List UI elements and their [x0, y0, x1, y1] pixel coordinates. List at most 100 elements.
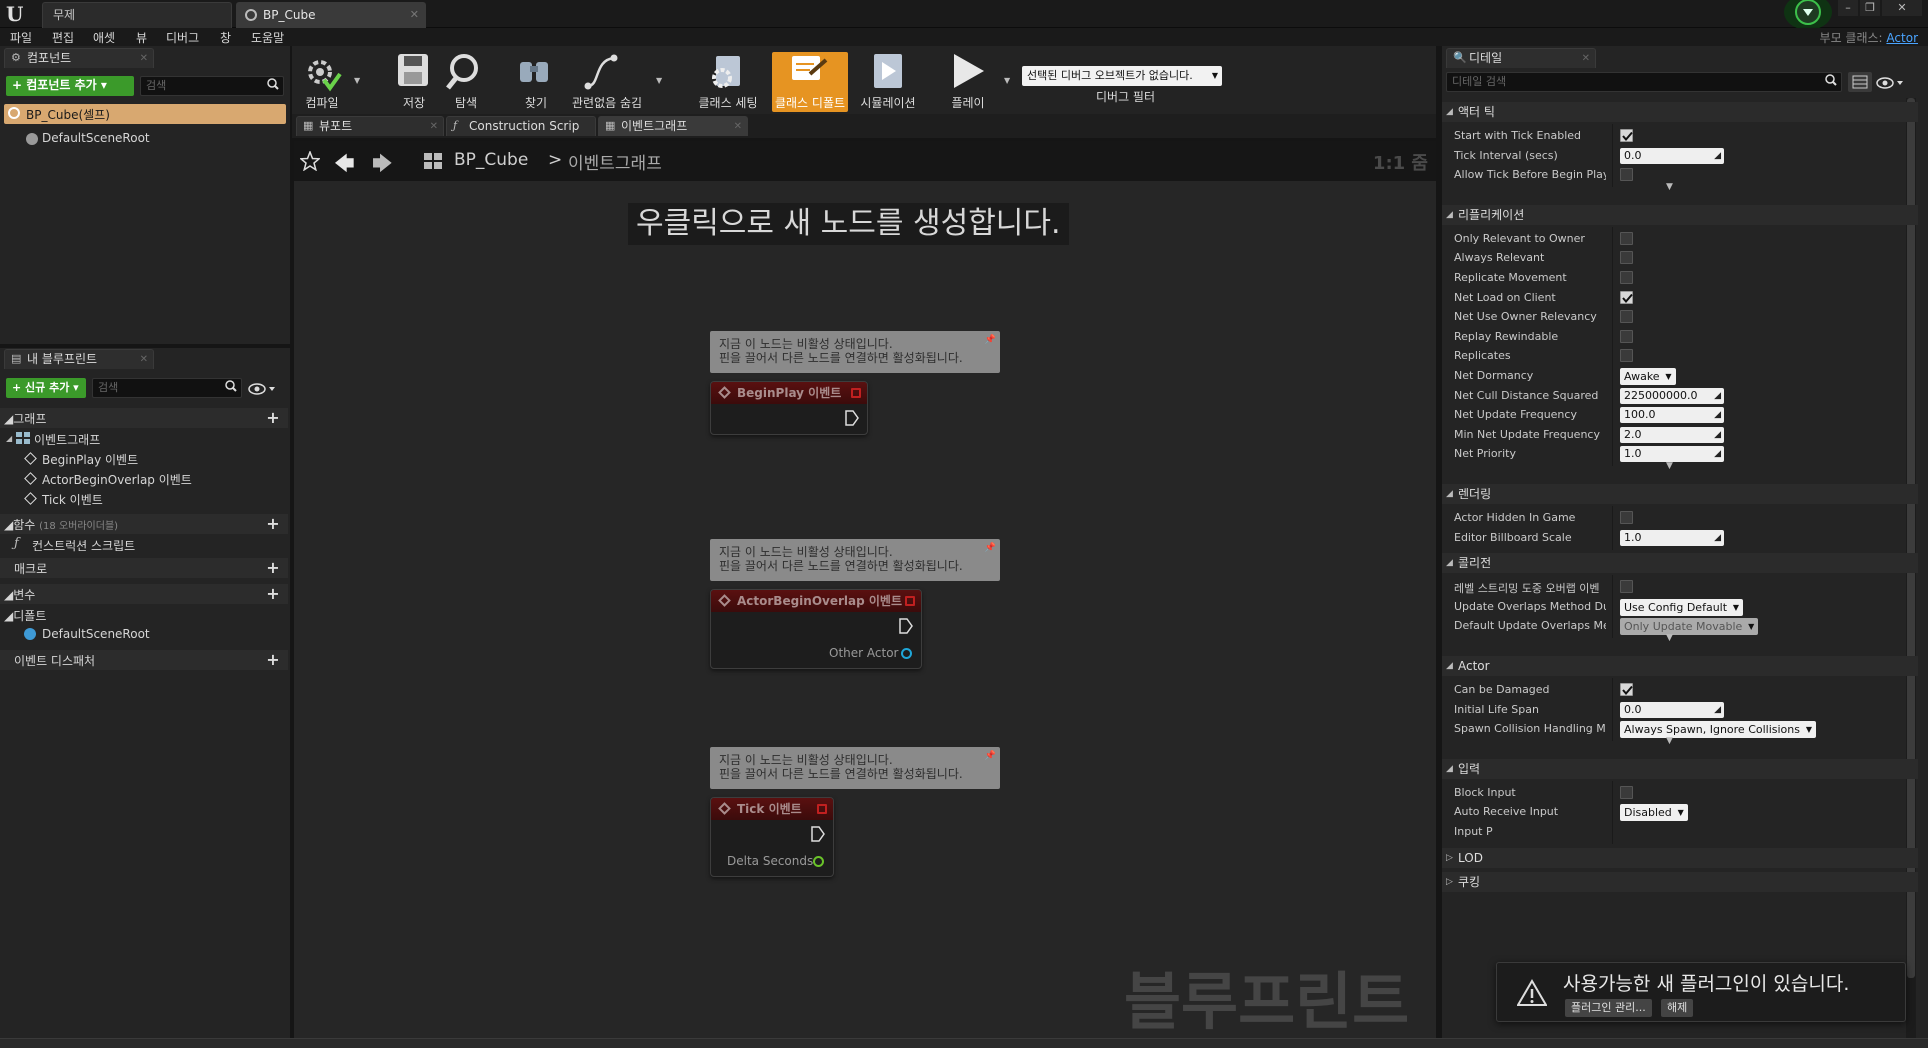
- property-number-input[interactable]: 1.0 ◢: [1620, 529, 1724, 546]
- tab-construction-script[interactable]: ƒ Construction Scrip: [446, 116, 596, 136]
- property-checkbox[interactable]: [1620, 785, 1633, 799]
- add-component-button[interactable]: + 컴포넌트 추가 ▾: [6, 76, 134, 96]
- property-dropdown[interactable]: Always Spawn, Ignore Collisions ▼: [1620, 721, 1816, 739]
- tab-viewport[interactable]: ▦ 뷰포트 ✕: [296, 116, 444, 136]
- menu-view[interactable]: 뷰: [136, 29, 147, 46]
- advanced-expander[interactable]: ▼: [1442, 736, 1918, 749]
- tab-components[interactable]: ⚙ 컴포넌트 ✕: [4, 48, 154, 68]
- section-graphs[interactable]: ◢그래프 +: [0, 408, 288, 428]
- tree-item-event-graph[interactable]: ◢ 이벤트그래프: [6, 430, 256, 448]
- property-checkbox[interactable]: [1620, 349, 1633, 363]
- event-graph-canvas[interactable]: 🡄 🡆 BP_Cube > 이벤트그래프 1:1 줌 우클릭으로 새 노드를 생…: [294, 141, 1436, 1038]
- delegate-pin-icon[interactable]: [851, 388, 861, 398]
- add-variable-icon[interactable]: +: [266, 586, 280, 602]
- menu-debug[interactable]: 디버그: [166, 29, 199, 46]
- class-settings-button[interactable]: 클래스 세팅: [696, 52, 760, 112]
- tab-untitled[interactable]: 무제: [42, 2, 232, 28]
- play-button[interactable]: 플레이: [936, 52, 1000, 112]
- menu-edit[interactable]: 편집: [52, 29, 74, 46]
- back-arrow-icon[interactable]: 🡄: [334, 149, 355, 183]
- property-matrix-icon[interactable]: [1848, 72, 1872, 92]
- tab-details[interactable]: 🔍 디테일 ✕: [1446, 48, 1596, 68]
- property-checkbox[interactable]: [1620, 329, 1633, 343]
- blueprint-search-input[interactable]: 검색: [92, 378, 242, 398]
- debug-object-select[interactable]: 선택된 디버그 오브젝트가 없습니다. ▼: [1022, 66, 1222, 86]
- tab-bp-cube[interactable]: BP_Cube ✕: [236, 2, 426, 28]
- minimize-icon[interactable]: –: [1838, 0, 1858, 16]
- property-number-input[interactable]: 100.0 ◢: [1620, 407, 1724, 424]
- exec-output-pin-icon[interactable]: [845, 410, 859, 426]
- event-node-tick[interactable]: Tick 이벤트 Delta Seconds: [710, 797, 834, 877]
- exec-output-pin-icon[interactable]: [811, 826, 825, 842]
- details-section-collision[interactable]: ◢ 콜리전: [1442, 553, 1918, 574]
- close-window-icon[interactable]: ✕: [1882, 0, 1922, 16]
- details-section-replication[interactable]: ◢ 리플리케이션: [1442, 204, 1918, 225]
- property-checkbox[interactable]: [1620, 231, 1633, 245]
- hide-unrelated-options-arrow-icon[interactable]: ▼: [656, 76, 662, 85]
- section-variables[interactable]: ◢변수 +: [0, 584, 288, 604]
- close-tab-icon[interactable]: ✕: [1582, 49, 1590, 68]
- view-options-eye-icon[interactable]: [1876, 76, 1906, 90]
- maximize-icon[interactable]: ❐: [1860, 0, 1880, 16]
- advanced-expander[interactable]: ▼: [1442, 182, 1918, 195]
- tab-my-blueprint[interactable]: ▤ 내 블루프린트 ✕: [4, 349, 154, 369]
- add-event-dispatcher-icon[interactable]: +: [266, 652, 280, 668]
- details-search-input[interactable]: 디테일 검색: [1446, 72, 1842, 92]
- property-checkbox[interactable]: [1620, 168, 1633, 182]
- section-event-dispatchers[interactable]: 이벤트 디스패처 +: [0, 650, 288, 670]
- details-section-cooking[interactable]: ▷ 쿠킹: [1442, 871, 1918, 892]
- property-checkbox[interactable]: [1620, 310, 1633, 324]
- favorite-star-icon[interactable]: [300, 151, 320, 171]
- compile-options-arrow-icon[interactable]: ▼: [354, 76, 360, 85]
- advanced-expander[interactable]: ▼: [1442, 461, 1918, 474]
- play-options-arrow-icon[interactable]: ▼: [1004, 76, 1010, 85]
- parent-class-link[interactable]: Actor: [1886, 31, 1918, 45]
- menu-help[interactable]: 도움말: [251, 29, 284, 46]
- hide-unrelated-button[interactable]: 관련없음 숨김: [572, 52, 642, 112]
- find-button[interactable]: 찾기: [504, 52, 568, 112]
- simulation-button[interactable]: 시뮬레이션: [856, 52, 920, 112]
- add-graph-icon[interactable]: +: [266, 410, 280, 426]
- details-section-input[interactable]: ◢ 입력: [1442, 758, 1918, 779]
- add-macro-icon[interactable]: +: [266, 560, 280, 576]
- tree-item-construction-script[interactable]: ƒ 컨스트럭션 스크립트: [12, 536, 252, 554]
- close-tab-icon[interactable]: ✕: [140, 49, 148, 68]
- compile-button[interactable]: 컴파일: [290, 52, 354, 112]
- component-item-self[interactable]: BP_Cube(셀프): [4, 104, 286, 124]
- components-search-input[interactable]: 검색: [140, 76, 284, 96]
- close-tab-icon[interactable]: ✕: [430, 117, 438, 136]
- tree-item-tick[interactable]: Tick 이벤트: [24, 490, 254, 508]
- object-pin-icon[interactable]: [901, 648, 912, 659]
- property-number-input[interactable]: 2.0 ◢: [1620, 426, 1724, 443]
- property-dropdown[interactable]: Use Config Default ▼: [1620, 598, 1744, 616]
- class-defaults-button[interactable]: 클래스 디폴트: [772, 52, 848, 112]
- breadcrumb-root[interactable]: BP_Cube: [454, 150, 528, 170]
- property-checkbox[interactable]: [1620, 683, 1633, 696]
- property-checkbox[interactable]: [1620, 271, 1633, 284]
- menu-asset[interactable]: 애셋: [93, 29, 115, 46]
- section-functions[interactable]: ◢함수 (18 오버라이더블) +: [0, 514, 288, 534]
- manage-plugins-button[interactable]: 플러그인 관리...: [1565, 999, 1652, 1017]
- dismiss-button[interactable]: 해제: [1661, 999, 1694, 1017]
- property-number-input[interactable]: 0.0 ◢: [1620, 147, 1724, 164]
- section-macros[interactable]: 매크로 +: [0, 558, 288, 578]
- property-dropdown[interactable]: Awake ▼: [1620, 368, 1676, 385]
- notification-orb-icon[interactable]: [1778, 0, 1836, 30]
- browse-button[interactable]: 탐색: [434, 52, 498, 112]
- details-section-rendering[interactable]: ◢ 렌더링: [1442, 484, 1918, 504]
- tab-event-graph[interactable]: ▦ 이벤트그래프 ✕: [598, 116, 748, 136]
- delegate-pin-icon[interactable]: [905, 596, 915, 606]
- property-number-input[interactable]: 1.0 ◢: [1620, 446, 1724, 463]
- details-section-actor[interactable]: ◢ Actor: [1442, 656, 1918, 676]
- close-tab-icon[interactable]: ✕: [734, 117, 742, 136]
- event-node-beginplay[interactable]: BeginPlay 이벤트: [710, 381, 868, 435]
- forward-arrow-icon[interactable]: 🡆: [372, 149, 393, 183]
- exec-output-pin-icon[interactable]: [899, 618, 913, 634]
- menu-file[interactable]: 파일: [10, 29, 32, 46]
- tree-item-actor-begin-overlap[interactable]: ActorBeginOverlap 이벤트: [24, 470, 254, 488]
- property-checkbox[interactable]: [1620, 290, 1633, 304]
- tree-item-default-category[interactable]: ◢디폴트: [4, 606, 204, 624]
- tree-item-variable-default-scene-root[interactable]: DefaultSceneRoot: [24, 626, 254, 644]
- property-number-input[interactable]: 0.0 ◢: [1620, 701, 1724, 718]
- property-number-input[interactable]: 225000000.0 ◢: [1620, 387, 1724, 404]
